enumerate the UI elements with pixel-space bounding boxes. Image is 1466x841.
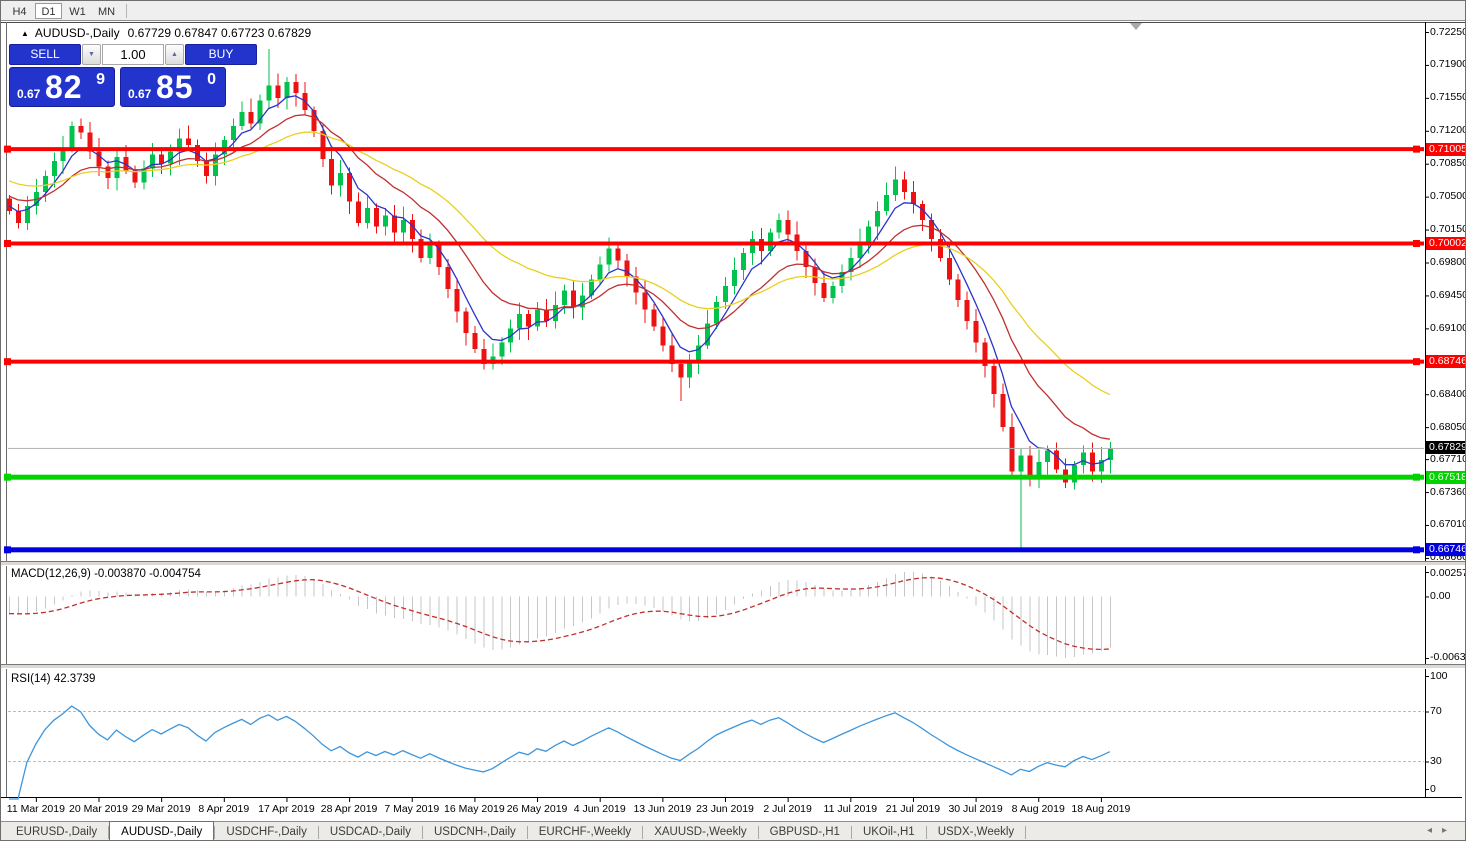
chart-tab-usdcnh-daily[interactable]: USDCNH-,Daily — [423, 823, 527, 841]
rsi-axis-tick: 70 — [1430, 705, 1442, 717]
buy-quote-button[interactable]: 0.67 85 0 — [120, 67, 226, 107]
price-axis-tick: 0.69450 — [1430, 289, 1466, 301]
chart-title: ▲ AUDUSD-,Daily 0.67729 0.67847 0.67723 0.… — [21, 26, 311, 40]
tab-scroll-left-icon[interactable]: ◂ — [1427, 825, 1442, 836]
price-axis-tick: 0.71550 — [1430, 91, 1466, 103]
chart-tab-gbpusd-h1[interactable]: GBPUSD-,H1 — [759, 823, 851, 841]
price-axis-tick: 0.69800 — [1430, 256, 1466, 268]
rsi-axis-tick: 30 — [1430, 755, 1442, 767]
date-axis-label: 2 Jul 2019 — [753, 803, 823, 815]
price-level-badge: 0.67518 — [1426, 471, 1465, 484]
buy-price-sup: 0 — [207, 71, 216, 89]
date-axis-label: 23 Jun 2019 — [690, 803, 760, 815]
date-axis-label: 16 May 2019 — [439, 803, 509, 815]
price-axis-tick: 0.68050 — [1430, 421, 1466, 433]
chart-symbol-label: AUDUSD-,Daily — [35, 26, 120, 40]
chart-tab-usdcad-daily[interactable]: USDCAD-,Daily — [319, 823, 422, 841]
chart-canvas[interactable] — [1, 1, 1466, 821]
rsi-indicator-label: RSI(14) 42.3739 — [11, 673, 95, 685]
chart-tab-ukoil-h1[interactable]: UKOil-,H1 — [852, 823, 926, 841]
chart-tab-audusd-daily[interactable]: AUDUSD-,Daily — [109, 821, 214, 841]
buy-price-big: 85 — [156, 69, 194, 106]
price-axis-tick: 0.70150 — [1430, 223, 1466, 235]
date-axis-label: 18 Aug 2019 — [1066, 803, 1136, 815]
buy-button[interactable]: BUY — [185, 44, 257, 65]
buy-price-prefix: 0.67 — [128, 87, 151, 101]
one-click-trading-panel: SELL ▼ ▲ BUY 0.67 82 9 0.67 85 0 — [9, 44, 257, 107]
date-axis-label: 28 Apr 2019 — [314, 803, 384, 815]
date-axis-label: 11 Mar 2019 — [1, 803, 71, 815]
chart-tab-xauusd-weekly[interactable]: XAUUSD-,Weekly — [643, 823, 757, 841]
sell-quote-button[interactable]: 0.67 82 9 — [9, 67, 115, 107]
sell-button[interactable]: SELL — [9, 44, 81, 65]
date-axis-label: 21 Jul 2019 — [878, 803, 948, 815]
price-level-badge: 0.66746 — [1426, 543, 1465, 556]
price-axis-tick: 0.69100 — [1430, 322, 1466, 334]
price-axis-tick: 0.72250 — [1430, 26, 1466, 38]
date-axis-label: 13 Jun 2019 — [627, 803, 697, 815]
tab-separator — [1025, 826, 1026, 839]
price-axis-tick: 0.67360 — [1430, 486, 1466, 498]
chart-tab-eurusd-daily[interactable]: EURUSD-,Daily — [5, 823, 108, 841]
date-axis-label: 29 Mar 2019 — [126, 803, 196, 815]
price-axis-tick: 0.67010 — [1430, 518, 1466, 530]
macd-axis-zero: 0.00 — [1430, 590, 1450, 602]
rsi-axis-tick: 100 — [1430, 670, 1448, 682]
sell-price-sup: 9 — [96, 71, 105, 89]
volume-input[interactable] — [102, 44, 164, 65]
tab-scroll-arrows[interactable]: ◂▸ — [1427, 825, 1457, 836]
date-axis-label: 30 Jul 2019 — [941, 803, 1011, 815]
date-axis-label: 11 Jul 2019 — [815, 803, 885, 815]
current-price-badge: 0.67829 — [1426, 441, 1465, 454]
tab-scroll-right-icon[interactable]: ▸ — [1442, 825, 1457, 836]
symbol-tab-bar: EURUSD-,DailyAUDUSD-,DailyUSDCHF-,DailyU… — [1, 821, 1466, 841]
sell-price-prefix: 0.67 — [17, 87, 40, 101]
chart-tab-usdx-weekly[interactable]: USDX-,Weekly — [927, 823, 1025, 841]
date-axis-label: 20 Mar 2019 — [64, 803, 134, 815]
chart-tab-usdchf-daily[interactable]: USDCHF-,Daily — [215, 823, 318, 841]
macd-axis-max: 0.002574 — [1430, 567, 1466, 579]
date-axis-label: 26 May 2019 — [502, 803, 572, 815]
date-axis-label: 8 Aug 2019 — [1003, 803, 1073, 815]
collapse-panel-icon[interactable]: ▲ — [21, 29, 29, 38]
price-axis-tick: 0.70500 — [1430, 190, 1466, 202]
price-axis-tick: 0.70850 — [1430, 157, 1466, 169]
date-axis-label: 7 May 2019 — [377, 803, 447, 815]
date-axis-label: 8 Apr 2019 — [189, 803, 259, 815]
sell-price-big: 82 — [45, 69, 83, 106]
chart-tab-eurchf-weekly[interactable]: EURCHF-,Weekly — [528, 823, 642, 841]
macd-axis-min: -0.006326 — [1430, 651, 1466, 663]
rsi-axis-tick: 0 — [1430, 783, 1436, 795]
volume-decrease-button[interactable]: ▼ — [82, 44, 101, 65]
date-axis-label: 4 Jun 2019 — [565, 803, 635, 815]
macd-indicator-label: MACD(12,26,9) -0.003870 -0.004754 — [11, 568, 201, 580]
chart-ohlc-values: 0.67729 0.67847 0.67723 0.67829 — [128, 26, 312, 40]
volume-increase-button[interactable]: ▲ — [165, 44, 184, 65]
price-axis-tick: 0.71200 — [1430, 124, 1466, 136]
scroll-position-marker-icon[interactable] — [1130, 23, 1142, 30]
price-axis-tick: 0.71900 — [1430, 58, 1466, 70]
mt4-window: H4D1W1MN ▲AUDUSD-,Daily0.67729 0.67847 0… — [0, 0, 1466, 841]
price-level-badge: 0.70002 — [1426, 237, 1465, 250]
price-level-badge: 0.71005 — [1426, 143, 1465, 156]
date-axis-label: 17 Apr 2019 — [251, 803, 321, 815]
price-axis-tick: 0.68400 — [1430, 388, 1466, 400]
price-level-badge: 0.68746 — [1426, 355, 1465, 368]
